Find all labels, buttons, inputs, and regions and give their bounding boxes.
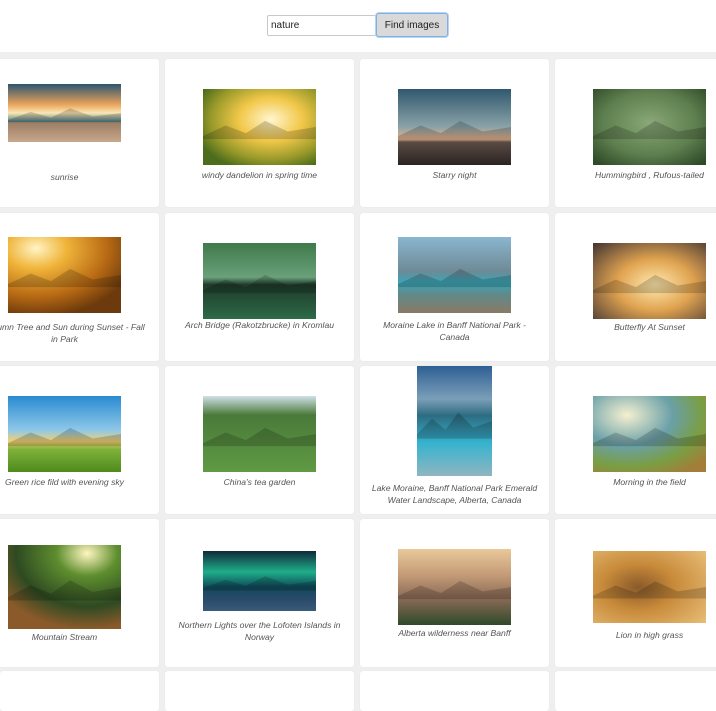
image-caption: Alberta wilderness near Banff xyxy=(398,628,511,638)
search-input[interactable] xyxy=(267,15,376,36)
image-card[interactable]: Green rice fild with evening sky xyxy=(0,366,159,514)
arch-bridge-image[interactable] xyxy=(203,243,316,319)
image-card[interactable]: Arch Bridge (Rakotzbrucke) in Kromlau xyxy=(165,213,354,361)
image-caption: windy dandelion in spring time xyxy=(201,170,318,180)
alberta-wilderness-image[interactable] xyxy=(398,549,511,625)
sunrise-landscape-image[interactable] xyxy=(8,84,121,142)
lion-image[interactable] xyxy=(593,551,706,623)
dandelion-image[interactable] xyxy=(203,89,316,165)
northern-lights-image[interactable] xyxy=(203,551,316,611)
find-images-button[interactable]: Find images xyxy=(376,13,448,37)
image-card[interactable]: Hummingbird , Rufous-tailed xyxy=(555,59,716,207)
rice-field-image[interactable] xyxy=(8,396,121,472)
search-bar: Find images xyxy=(0,0,716,52)
image-caption: Starry night xyxy=(432,170,477,180)
image-card[interactable]: China's tea garden xyxy=(165,366,354,514)
starry-night-image[interactable] xyxy=(398,89,511,165)
image-caption: Green rice fild with evening sky xyxy=(5,477,124,487)
image-caption: Autumn Tree and Sun during Sunset - Fall… xyxy=(0,322,145,344)
image-caption: Arch Bridge (Rakotzbrucke) in Kromlau xyxy=(184,320,334,330)
lake-moraine-image[interactable] xyxy=(417,366,492,476)
image-card[interactable]: Northern Lights over the Lofoten Islands… xyxy=(165,519,354,667)
image-card-partial xyxy=(0,671,159,711)
image-caption: China's tea garden xyxy=(223,477,296,487)
image-caption: Moraine Lake in Banff National Park - Ca… xyxy=(383,320,526,342)
butterfly-image[interactable] xyxy=(593,243,706,319)
image-caption: Morning in the field xyxy=(613,477,686,487)
autumn-tree-image[interactable] xyxy=(8,237,121,313)
image-card[interactable]: Autumn Tree and Sun during Sunset - Fall… xyxy=(0,213,159,361)
image-card-partial xyxy=(555,671,716,711)
image-card[interactable]: windy dandelion in spring time xyxy=(165,59,354,207)
image-caption: Northern Lights over the Lofoten Islands… xyxy=(178,620,341,642)
image-card[interactable]: Alberta wilderness near Banff xyxy=(360,519,549,667)
image-card-partial xyxy=(360,671,549,711)
image-caption: Lake Moraine, Banff National Park Emeral… xyxy=(371,483,538,505)
moraine-lake-image[interactable] xyxy=(398,237,511,313)
image-card[interactable]: Lion in high grass xyxy=(555,519,716,667)
image-caption: Lion in high grass xyxy=(615,630,684,640)
image-card[interactable]: Moraine Lake in Banff National Park - Ca… xyxy=(360,213,549,361)
image-card[interactable]: Morning in the field xyxy=(555,366,716,514)
tea-garden-image[interactable] xyxy=(203,396,316,472)
image-card-partial xyxy=(165,671,354,711)
image-caption: Mountain Stream xyxy=(31,632,98,642)
image-caption: Butterfly At Sunset xyxy=(614,322,685,332)
image-card[interactable]: Starry night xyxy=(360,59,549,207)
image-card[interactable]: Mountain Stream xyxy=(0,519,159,667)
image-caption: sunrise xyxy=(50,172,79,182)
image-card[interactable]: Lake Moraine, Banff National Park Emeral… xyxy=(360,366,549,514)
mountain-stream-image[interactable] xyxy=(8,545,121,629)
field-morning-image[interactable] xyxy=(593,396,706,472)
hummingbird-image[interactable] xyxy=(593,89,706,165)
image-caption: Hummingbird , Rufous-tailed xyxy=(595,170,704,180)
image-card[interactable]: Butterfly At Sunset xyxy=(555,213,716,361)
image-card[interactable]: sunrise xyxy=(0,59,159,207)
